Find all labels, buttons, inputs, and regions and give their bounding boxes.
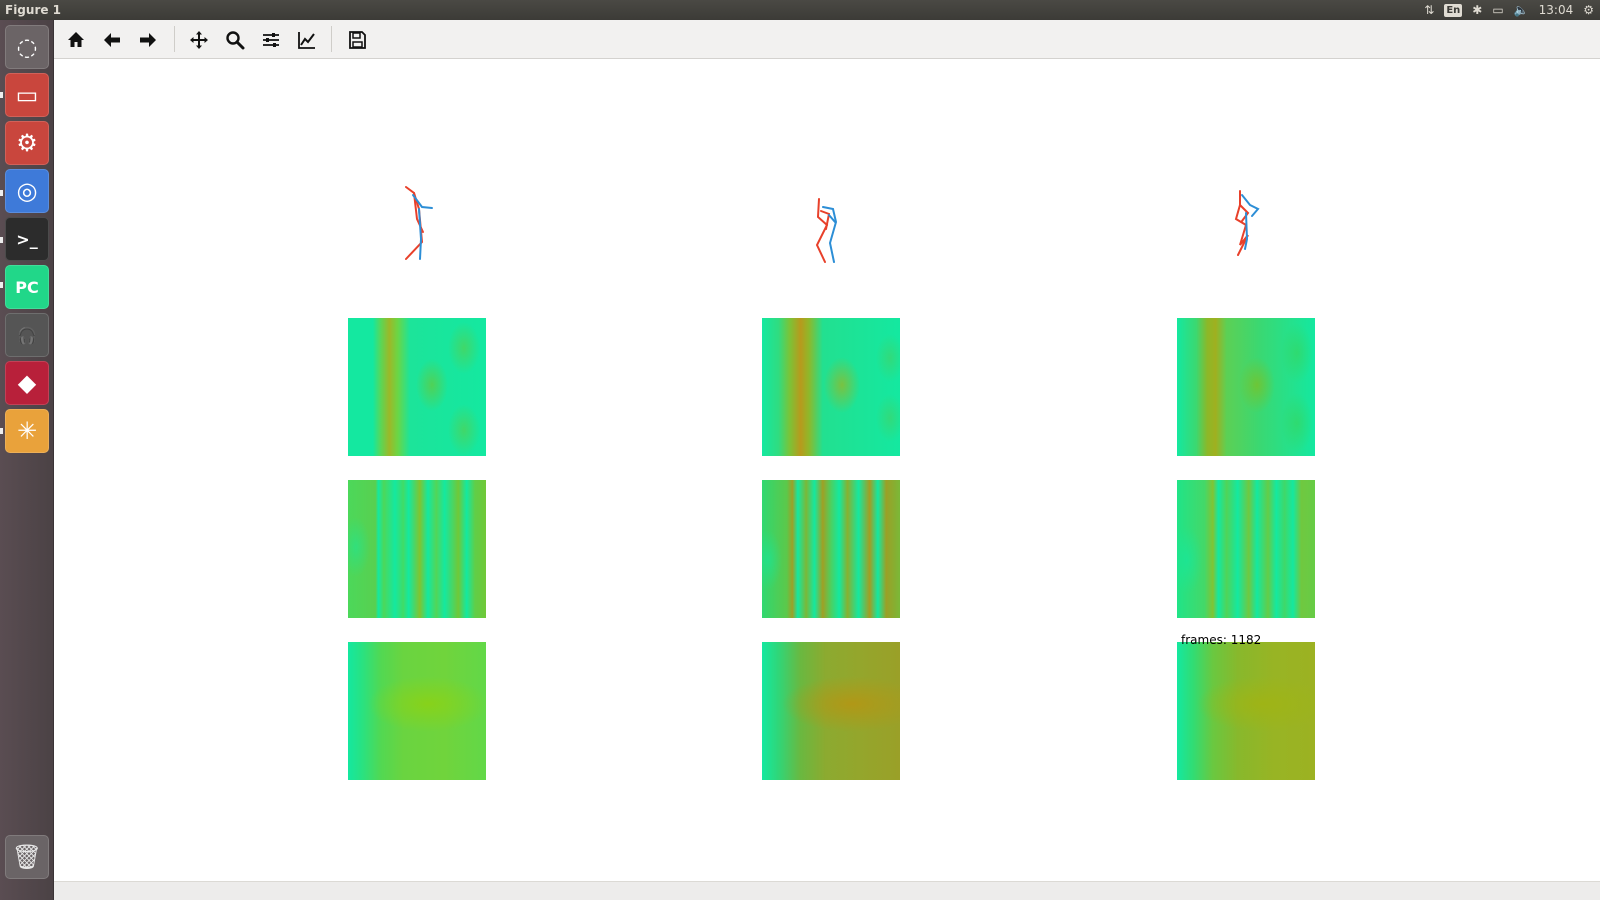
status-bar — [54, 881, 1600, 900]
forward-button[interactable] — [134, 26, 162, 54]
running-indicator — [0, 92, 3, 98]
home-button[interactable] — [62, 26, 90, 54]
running-indicator — [0, 428, 3, 434]
figure-canvas[interactable]: frames: 1182 — [54, 59, 1600, 881]
top-panel: Figure 1 ⇅ En ✱ ▭ 🔈 13:04 ⚙ — [0, 0, 1600, 20]
heatmap-r3-c1 — [348, 642, 486, 780]
pinwheel-icon-glyph: ✳ — [16, 417, 38, 445]
save-button[interactable] — [343, 26, 371, 54]
heatmap-r3-c3 — [1177, 642, 1315, 780]
edit-axis-button[interactable] — [293, 26, 321, 54]
chromium-icon[interactable]: ◎ — [5, 169, 49, 213]
heatmap-r2-c1 — [348, 480, 486, 618]
dash-icon[interactable]: ◌ — [5, 25, 49, 69]
files-icon-glyph: ▭ — [15, 81, 39, 109]
mendeley-icon[interactable]: ◆ — [5, 361, 49, 405]
pan-button[interactable] — [185, 26, 213, 54]
heatmap-r1-c1 — [348, 318, 486, 456]
launcher: ◌ ▭ ⚙ ◎ >_ PC 🎧 ◆ ✳ 🗑 — [0, 20, 54, 900]
skeleton-figure — [405, 186, 433, 260]
heatmap-r2-c3 — [1177, 480, 1315, 618]
sliders-icon — [263, 33, 279, 47]
clock[interactable]: 13:04 — [1539, 0, 1574, 20]
trash-icon[interactable]: 🗑 — [5, 835, 49, 879]
heatmap-r1-c2 — [762, 318, 900, 456]
settings-gear-icon[interactable]: ⚙ — [1583, 0, 1594, 20]
keyboard-layout-indicator[interactable]: En — [1444, 3, 1463, 17]
running-indicator — [0, 190, 3, 196]
home-icon — [68, 32, 84, 47]
window-title: Figure 1 — [5, 3, 62, 17]
frames-label: frames: 1182 — [1181, 633, 1262, 647]
skeleton-plot-1 — [405, 186, 433, 260]
mendeley-icon-glyph: ◆ — [17, 369, 37, 397]
chromium-icon-glyph: ◎ — [16, 177, 38, 205]
dash-icon-glyph: ◌ — [16, 33, 38, 61]
system-settings-icon-glyph: ⚙ — [16, 129, 38, 157]
skeleton-plot-3 — [1234, 190, 1260, 256]
skeleton-plot-2 — [815, 198, 838, 263]
running-indicator — [0, 282, 3, 288]
running-indicator — [0, 237, 3, 243]
terminal-icon[interactable]: >_ — [5, 217, 49, 261]
magnifier-icon — [226, 31, 245, 50]
floppy-disk-icon — [349, 31, 366, 49]
toolbar-separator — [331, 26, 332, 52]
heatmap-r1-c3 — [1177, 318, 1315, 456]
heatmap-r3-c2 — [762, 642, 900, 780]
matplotlib-toolbar — [54, 20, 1600, 59]
files-icon[interactable]: ▭ — [5, 73, 49, 117]
line-chart-icon — [298, 32, 315, 49]
headphones-icon[interactable]: 🎧 — [5, 313, 49, 357]
heatmap-r2-c2 — [762, 480, 900, 618]
headphones-icon-glyph: 🎧 — [17, 325, 37, 345]
trash-glyph: 🗑 — [11, 843, 43, 871]
arrow-left-icon — [104, 33, 120, 47]
skeleton-figure — [815, 198, 838, 263]
volume-icon[interactable]: 🔈 — [1514, 0, 1529, 20]
toolbar-separator — [174, 26, 175, 52]
configure-subplots-button[interactable] — [257, 26, 285, 54]
system-settings-icon[interactable]: ⚙ — [5, 121, 49, 165]
zoom-button[interactable] — [221, 26, 249, 54]
indicator-area: ⇅ En ✱ ▭ 🔈 13:04 ⚙ — [1424, 0, 1594, 20]
pinwheel-icon[interactable]: ✳ — [5, 409, 49, 453]
move-icon — [190, 31, 208, 49]
pycharm-icon[interactable]: PC — [5, 265, 49, 309]
network-icon[interactable]: ⇅ — [1424, 0, 1434, 20]
bluetooth-icon[interactable]: ✱ — [1472, 0, 1482, 20]
skeleton-figure — [1234, 190, 1260, 256]
pycharm-icon-glyph: PC — [15, 277, 39, 297]
back-button[interactable] — [98, 26, 126, 54]
battery-icon[interactable]: ▭ — [1492, 0, 1503, 20]
arrow-right-icon — [140, 33, 156, 47]
terminal-icon-glyph: >_ — [16, 229, 38, 249]
